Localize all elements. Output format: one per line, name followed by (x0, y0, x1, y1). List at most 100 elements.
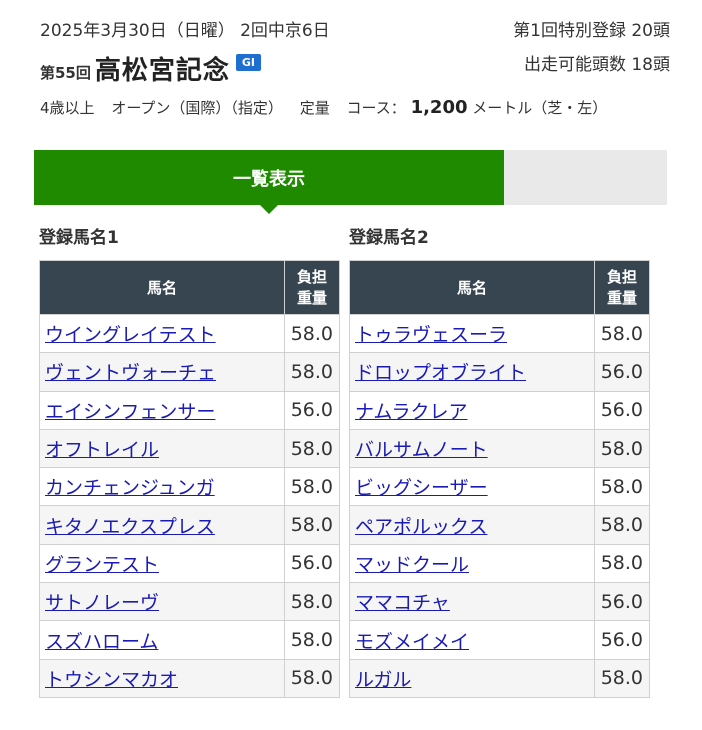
runner-capacity: 出走可能頭数 18頭 (523, 55, 670, 75)
table-header-row: 馬名 負担 重量 (349, 260, 650, 315)
table-row: ウイングレイテスト 58.0 (39, 313, 340, 354)
header-weight: 負担 重量 (594, 260, 650, 315)
tab-list-view[interactable]: 一覧表示 (34, 150, 504, 205)
race-conditions: 4歳以上 オープン（国際）（指定） 定量 コース： 1,200 メートル（芝・左… (40, 97, 607, 118)
tab-other[interactable] (504, 150, 667, 205)
horse-name-cell: サトノレーヴ (39, 582, 285, 622)
table-row: グランテスト 56.0 (39, 543, 340, 584)
horse-name-cell: トウシンマカオ (39, 658, 285, 698)
horse-name-cell: エイシンフェンサー (39, 390, 285, 430)
weight-cell: 58.0 (594, 467, 650, 507)
list-title: 登録馬名2 (349, 228, 429, 248)
entry-list-1: 登録馬名1 馬名 負担 重量 ウイングレイテスト 58.0 ヴェントヴォーチェ 58.… (39, 226, 340, 698)
horse-name-link[interactable]: スズハローム (45, 631, 158, 653)
horse-name-link[interactable]: バルサムノート (355, 439, 488, 461)
weight-cell: 58.0 (594, 313, 650, 354)
course-distance: 1,200 (410, 97, 468, 118)
table-row: ビッグシーザー 58.0 (349, 467, 650, 507)
horse-name-link[interactable]: オフトレイル (45, 439, 159, 461)
header-horse-name: 馬名 (349, 260, 595, 315)
horse-name-link[interactable]: ビッグシーザー (355, 477, 488, 499)
race-title: 第55回 高松宮記念 GI (40, 50, 262, 87)
registration-count: 第1回特別登録 20頭 (513, 21, 670, 41)
table-row: バルサムノート 58.0 (349, 428, 650, 469)
header-weight-line1: 負担 (606, 267, 637, 286)
horse-name-link[interactable]: ヴェントヴォーチェ (45, 362, 216, 384)
view-tabs: 一覧表示 (34, 150, 667, 214)
horse-name-link[interactable]: ドロップオブライト (355, 362, 526, 384)
horse-name-cell: ママコチャ (349, 582, 595, 622)
horse-name-cell: ナムラクレア (349, 390, 595, 430)
horse-name-cell: モズメイメイ (349, 620, 595, 660)
weight-cell: 58.0 (284, 428, 340, 469)
weight-cell: 58.0 (284, 505, 340, 545)
weight-cell: 58.0 (284, 620, 340, 660)
entry-table: 馬名 負担 重量 ウイングレイテスト 58.0 ヴェントヴォーチェ 58.0 エイシンフ… (39, 260, 340, 698)
race-header: 2025年3月30日（日曜） 2回中京6日 第55回 高松宮記念 GI 4歳以上… (40, 14, 670, 124)
header-weight: 負担 重量 (284, 260, 340, 315)
weight-cell: 56.0 (284, 543, 340, 584)
course-unit: メートル（芝・左） (472, 99, 608, 117)
horse-name-cell: カンチェンジュンガ (39, 467, 285, 507)
horse-name-link[interactable]: トウシンマカオ (45, 669, 178, 691)
table-row: ママコチャ 56.0 (349, 582, 650, 622)
race-number: 第55回 (40, 64, 91, 82)
weight-cell: 58.0 (284, 352, 340, 392)
grade-badge: GI (235, 54, 262, 71)
list-title: 登録馬名1 (39, 228, 119, 248)
horse-name-link[interactable]: ウイングレイテスト (45, 324, 216, 346)
table-row: ヴェントヴォーチェ 58.0 (39, 352, 340, 392)
horse-name-cell: ビッグシーザー (349, 467, 595, 507)
table-row: ドロップオブライト 56.0 (349, 352, 650, 392)
horse-name-link[interactable]: サトノレーヴ (45, 592, 159, 614)
weight-cell: 58.0 (284, 313, 340, 354)
horse-name-cell: ウイングレイテスト (39, 313, 285, 354)
table-row: ルガル 58.0 (349, 658, 650, 698)
weight-cell: 58.0 (594, 428, 650, 469)
horse-name-link[interactable]: ペアポルックス (355, 516, 487, 538)
horse-name-cell: バルサムノート (349, 428, 595, 469)
table-header-row: 馬名 負担 重量 (39, 260, 340, 315)
header-weight-line2: 重量 (296, 288, 327, 307)
horse-name-cell: トゥラヴェスーラ (349, 313, 595, 354)
weight-cell: 58.0 (594, 658, 650, 698)
race-name: 高松宮記念 (94, 56, 230, 86)
weight-cell: 56.0 (284, 390, 340, 430)
table-row: キタノエクスプレス 58.0 (39, 505, 340, 545)
horse-name-link[interactable]: エイシンフェンサー (45, 401, 215, 423)
horse-name-link[interactable]: トゥラヴェスーラ (355, 324, 507, 346)
horse-name-cell: キタノエクスプレス (39, 505, 285, 545)
table-row: ペアポルックス 58.0 (349, 505, 650, 545)
horse-name-cell: マッドクール (349, 543, 595, 584)
weight-cell: 56.0 (594, 352, 650, 392)
horse-name-link[interactable]: ルガル (355, 669, 411, 691)
table-row: スズハローム 58.0 (39, 620, 340, 660)
table-row: カンチェンジュンガ 58.0 (39, 467, 340, 507)
weight-cell: 58.0 (594, 505, 650, 545)
header-weight-line2: 重量 (606, 288, 637, 307)
course-label: コース： (346, 99, 406, 117)
table-row: モズメイメイ 56.0 (349, 620, 650, 660)
table-row: ナムラクレア 56.0 (349, 390, 650, 430)
weight-cell: 58.0 (284, 467, 340, 507)
horse-name-link[interactable]: マッドクール (355, 554, 469, 576)
horse-name-link[interactable]: キタノエクスプレス (45, 516, 215, 538)
weight-cell: 58.0 (284, 582, 340, 622)
horse-name-cell: ルガル (349, 658, 595, 698)
weight-cell: 58.0 (284, 658, 340, 698)
weight-cell: 58.0 (594, 543, 650, 584)
horse-name-cell: ペアポルックス (349, 505, 595, 545)
horse-name-link[interactable]: カンチェンジュンガ (45, 477, 215, 499)
horse-name-cell: グランテスト (39, 543, 285, 584)
horse-name-link[interactable]: グランテスト (45, 554, 159, 576)
condition-age: 4歳以上 (40, 99, 95, 117)
horse-name-link[interactable]: モズメイメイ (355, 631, 469, 653)
condition-weight: 定量 (299, 99, 330, 117)
table-row: オフトレイル 58.0 (39, 428, 340, 469)
table-row: サトノレーヴ 58.0 (39, 582, 340, 622)
horse-name-link[interactable]: ナムラクレア (355, 401, 467, 423)
horse-name-cell: ドロップオブライト (349, 352, 595, 392)
weight-cell: 56.0 (594, 620, 650, 660)
race-date: 2025年3月30日（日曜） 2回中京6日 (40, 21, 330, 41)
horse-name-link[interactable]: ママコチャ (355, 592, 450, 614)
